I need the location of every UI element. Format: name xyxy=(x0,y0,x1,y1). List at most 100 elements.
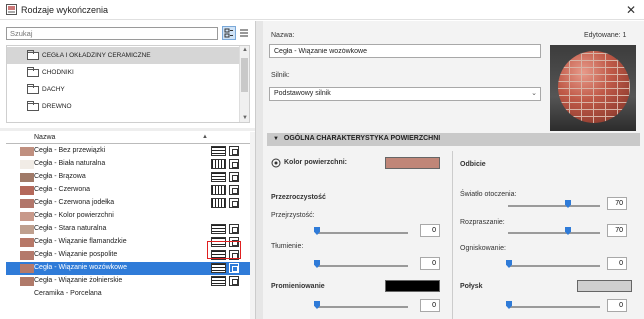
focus-slider[interactable] xyxy=(508,265,600,267)
pane-splitter[interactable] xyxy=(0,128,255,131)
attenuation-slider[interactable] xyxy=(316,265,408,267)
material-name: Cegła - Biała naturalna xyxy=(34,160,106,167)
material-row[interactable]: Cegła - Czerwona xyxy=(6,184,250,197)
material-name: Cegła - Brązowa xyxy=(34,173,86,180)
list-view-button[interactable] xyxy=(237,26,251,40)
left-panel: CEGŁA I OKŁADZINY CERAMICZNE CHODNIKI DA… xyxy=(0,21,255,319)
column-separator xyxy=(452,151,453,319)
material-row[interactable]: Cegła - Brązowa xyxy=(6,171,250,184)
folder-label: CHODNIKI xyxy=(42,69,74,76)
folder-scrollbar[interactable]: ▲ ▼ xyxy=(239,46,249,122)
gloss-slider[interactable] xyxy=(508,306,600,308)
transparency-value[interactable] xyxy=(420,224,440,237)
engine-label: Silnik: xyxy=(271,72,290,79)
surface-3d-icon xyxy=(229,198,239,208)
material-name: Cegła - Czerwona xyxy=(34,186,91,193)
folder-icon xyxy=(27,66,39,77)
material-row[interactable]: Ceramika - Porcelana xyxy=(6,288,250,301)
material-name: Cegła - Kolor powierzchni xyxy=(34,212,114,219)
collapse-triangle-icon: ▼ xyxy=(273,136,279,142)
surface-3d-icon xyxy=(229,185,239,195)
title-bar: Rodzaje wykończenia ✕ xyxy=(0,0,644,20)
material-row[interactable]: Cegła - Wiązanie żołnierskie xyxy=(6,275,250,288)
list-header[interactable]: Nazwa ▲ xyxy=(6,132,250,144)
ambient-slider[interactable] xyxy=(508,205,600,207)
folder-icon xyxy=(27,83,39,94)
folder-list: CEGŁA I OKŁADZINY CERAMICZNE CHODNIKI DA… xyxy=(6,45,250,123)
folder-item[interactable]: DREWNO xyxy=(7,98,239,115)
material-name: Ceramika - Porcelana xyxy=(34,290,102,297)
surface-3d-icon xyxy=(229,224,239,234)
focus-value[interactable] xyxy=(607,257,627,270)
material-list: Nazwa ▲ Cegła - Bez przewiązki Cegła - Bi… xyxy=(6,132,250,319)
hatch-pattern-icon xyxy=(211,224,226,234)
transparency-slider[interactable] xyxy=(316,232,408,234)
diffuse-label: Rozpraszanie: xyxy=(460,219,505,226)
attenuation-label: Tłumienie: xyxy=(271,243,304,250)
material-swatch xyxy=(20,160,34,169)
hatch-pattern-icon xyxy=(211,276,226,286)
material-swatch xyxy=(20,277,34,286)
diffuse-slider[interactable] xyxy=(508,232,600,234)
material-swatch xyxy=(20,238,34,247)
surface-3d-icon xyxy=(229,263,239,273)
gloss-color-swatch[interactable] xyxy=(577,280,632,292)
close-button[interactable]: ✕ xyxy=(626,3,636,17)
surface-color-label: Kolor powierzchni: xyxy=(284,159,347,166)
name-label: Nazwa: xyxy=(271,32,295,39)
material-name: Cegła - Wiązanie flamandzkie xyxy=(34,238,127,245)
section-title: OGÓLNA CHARAKTERYSTYKA POWIERZCHNI xyxy=(283,135,441,142)
material-name: Cegła - Wiązanie wozówkowe xyxy=(34,264,127,271)
folder-item[interactable]: CEGŁA I OKŁADZINY CERAMICZNE xyxy=(7,47,239,64)
material-name: Cegła - Bez przewiązki xyxy=(34,147,106,154)
app-icon xyxy=(6,4,17,15)
material-swatch xyxy=(20,186,34,195)
tree-view-icon xyxy=(224,28,233,38)
section-header[interactable]: ▼ OGÓLNA CHARAKTERYSTYKA POWIERZCHNI xyxy=(267,133,640,146)
material-swatch xyxy=(20,173,34,182)
material-row[interactable]: Cegła - Stara naturalna xyxy=(6,223,250,236)
gloss-value[interactable] xyxy=(607,299,627,312)
material-row[interactable]: Cegła - Wiązanie wozówkowe xyxy=(6,262,250,275)
scroll-up-icon[interactable]: ▲ xyxy=(240,47,249,53)
hatch-pattern-icon xyxy=(211,185,226,195)
material-row[interactable]: Cegła - Bez przewiązki xyxy=(6,145,250,158)
preview-sphere xyxy=(558,51,630,123)
window-title: Rodzaje wykończenia xyxy=(21,5,109,15)
search-input[interactable] xyxy=(6,27,218,40)
panel-divider[interactable] xyxy=(255,21,263,319)
reflection-heading: Odbicie xyxy=(460,161,486,168)
tree-view-button[interactable] xyxy=(222,26,236,40)
material-swatch xyxy=(20,251,34,260)
folder-item[interactable]: CHODNIKI xyxy=(7,64,239,81)
surface-color-swatch[interactable] xyxy=(385,157,440,169)
ambient-label: Światło otoczenia: xyxy=(460,191,517,198)
surface-3d-icon xyxy=(229,159,239,169)
ambient-value[interactable] xyxy=(607,197,627,210)
material-row[interactable]: Cegła - Kolor powierzchni xyxy=(6,210,250,223)
emission-slider[interactable] xyxy=(316,306,408,308)
name-field[interactable] xyxy=(269,44,541,58)
diffuse-value[interactable] xyxy=(607,224,627,237)
transparency-heading: Przezroczystość xyxy=(271,194,326,201)
folder-label: DREWNO xyxy=(42,103,72,110)
material-swatch xyxy=(20,264,34,273)
hatch-pattern-icon xyxy=(211,172,226,182)
chevron-down-icon: ⌄ xyxy=(531,90,537,97)
attenuation-value[interactable] xyxy=(420,257,440,270)
scroll-down-icon[interactable]: ▼ xyxy=(240,115,249,121)
scroll-thumb[interactable] xyxy=(241,58,248,92)
material-swatch xyxy=(20,225,34,234)
folder-item[interactable]: DACHY xyxy=(7,81,239,98)
material-row[interactable]: Cegła - Biała naturalna xyxy=(6,158,250,171)
surface-color-icon xyxy=(271,158,281,168)
emission-color-swatch[interactable] xyxy=(385,280,440,292)
emission-value[interactable] xyxy=(420,299,440,312)
material-row[interactable]: Cegła - Czerwona jodełka xyxy=(6,197,250,210)
engine-select[interactable]: Podstawowy silnik ⌄ xyxy=(269,87,541,101)
column-header-name: Nazwa xyxy=(34,134,56,141)
highlight-annotation xyxy=(207,241,241,259)
material-swatch xyxy=(20,147,34,156)
folder-label: DACHY xyxy=(42,86,65,93)
gloss-label: Połysk xyxy=(460,283,483,290)
